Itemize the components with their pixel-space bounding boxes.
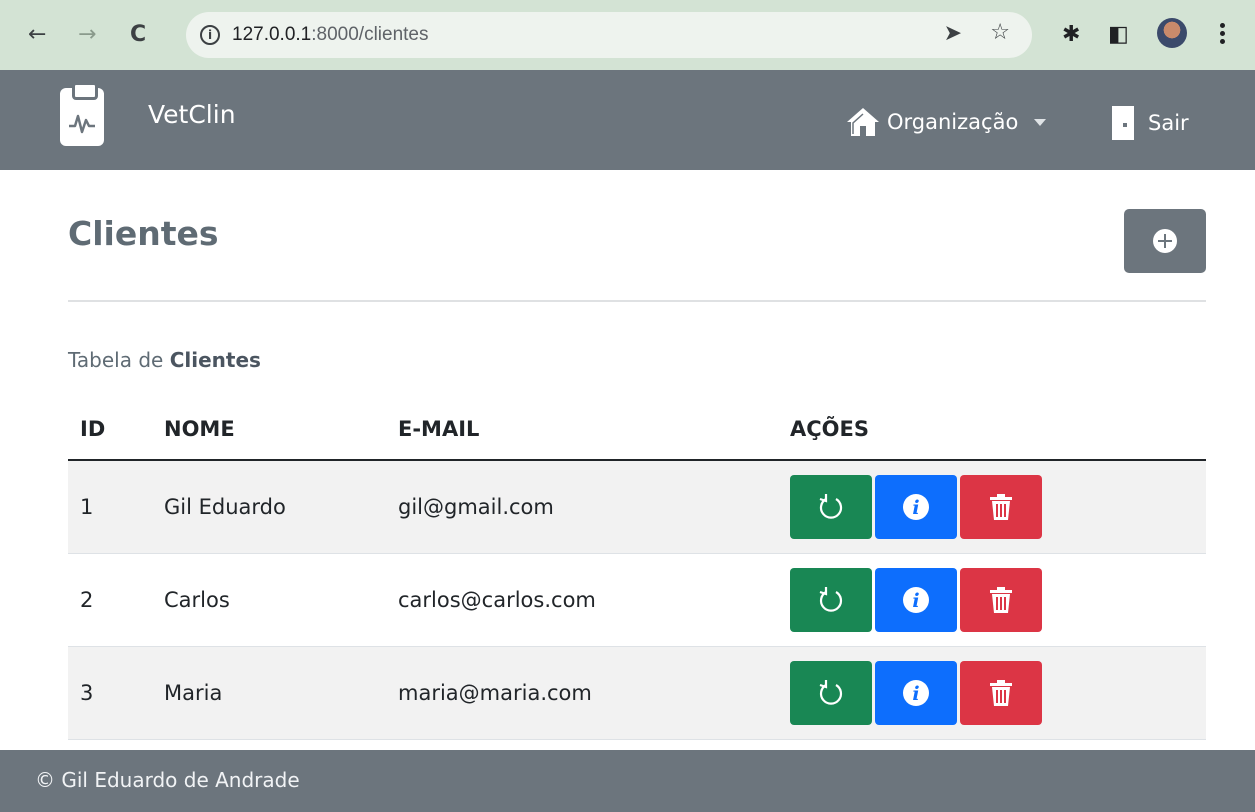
refresh-icon xyxy=(819,493,843,519)
cell-nome: Maria xyxy=(164,680,223,705)
svg-text:i: i xyxy=(912,590,919,612)
forward-arrow-icon[interactable]: → xyxy=(78,20,96,50)
refresh-button[interactable] xyxy=(790,660,872,725)
brand-name[interactable]: VetClin xyxy=(148,100,236,129)
reload-icon[interactable]: C xyxy=(130,20,146,50)
send-icon[interactable]: ➤ xyxy=(944,21,962,46)
chevron-down-icon xyxy=(1034,118,1047,126)
browser-menu-icon[interactable] xyxy=(1220,20,1226,46)
logout-label: Sair xyxy=(1148,111,1189,135)
cell-id: 3 xyxy=(80,680,94,705)
info-icon: i xyxy=(903,679,929,706)
column-header-id: ID xyxy=(68,398,152,461)
cell-nome: Gil Eduardo xyxy=(164,494,286,519)
column-header-nome: NOME xyxy=(152,398,386,461)
footer-copyright: © Gil Eduardo de Andrade xyxy=(35,768,300,792)
table-caption: Tabela de Clientes xyxy=(68,348,261,372)
side-panel-icon[interactable]: ◧ xyxy=(1108,20,1129,50)
table-row: 1 Gil Eduardo gil@gmail.com i xyxy=(68,460,1206,553)
organization-label: Organização xyxy=(887,110,1019,134)
logout-link[interactable]: Sair xyxy=(1112,106,1189,140)
divider xyxy=(68,300,1206,302)
info-icon: i xyxy=(903,493,929,520)
url-text[interactable]: 127.0.0.1:8000/clientes xyxy=(232,24,429,46)
delete-button[interactable] xyxy=(960,660,1042,725)
browser-toolbar: ← → C i 127.0.0.1:8000/clientes ➤ ☆ ✱ ◧ xyxy=(0,0,1255,70)
refresh-button[interactable] xyxy=(790,474,872,539)
cell-email: maria@maria.com xyxy=(398,680,592,705)
app-navbar: VetClin Organização Sair xyxy=(0,70,1255,170)
cell-email: gil@gmail.com xyxy=(398,494,554,519)
extensions-puzzle-icon[interactable]: ✱ xyxy=(1062,20,1080,50)
column-header-email: E-MAIL xyxy=(386,398,778,461)
info-button[interactable]: i xyxy=(875,660,957,725)
info-button[interactable]: i xyxy=(875,567,957,632)
info-button[interactable]: i xyxy=(875,474,957,539)
profile-avatar[interactable] xyxy=(1157,18,1187,48)
table-row: 2 Carlos carlos@carlos.com i xyxy=(68,553,1206,646)
trash-icon xyxy=(990,679,1012,706)
page-title: Clientes xyxy=(68,214,219,253)
add-client-button[interactable] xyxy=(1124,209,1206,273)
cell-id: 1 xyxy=(80,494,94,519)
cell-email: carlos@carlos.com xyxy=(398,587,596,612)
delete-button[interactable] xyxy=(960,567,1042,632)
cell-id: 2 xyxy=(80,587,94,612)
cell-actions: i xyxy=(778,460,1206,553)
organization-dropdown[interactable]: Organização xyxy=(845,106,1047,138)
delete-button[interactable] xyxy=(960,474,1042,539)
info-icon: i xyxy=(903,586,929,613)
back-arrow-icon[interactable]: ← xyxy=(28,20,46,50)
door-icon xyxy=(1112,106,1134,140)
plus-circle-icon xyxy=(1153,229,1177,253)
address-bar[interactable]: i 127.0.0.1:8000/clientes ➤ ☆ xyxy=(186,12,1032,58)
table-header-row: ID NOME E-MAIL AÇÕES xyxy=(68,398,1206,461)
bookmark-star-icon[interactable]: ☆ xyxy=(990,20,1010,45)
table-row: 3 Maria maria@maria.com i xyxy=(68,646,1206,739)
refresh-icon xyxy=(819,679,843,705)
cell-actions: i xyxy=(778,553,1206,646)
refresh-button[interactable] xyxy=(790,567,872,632)
house-icon xyxy=(847,108,879,136)
cell-actions: i xyxy=(778,646,1206,739)
svg-text:i: i xyxy=(912,497,919,519)
svg-text:i: i xyxy=(912,683,919,705)
clipboard-pulse-icon[interactable] xyxy=(60,82,104,146)
trash-icon xyxy=(990,586,1012,613)
trash-icon xyxy=(990,493,1012,520)
site-info-icon[interactable]: i xyxy=(200,25,220,45)
column-header-acoes: AÇÕES xyxy=(778,398,1206,461)
page-footer: © Gil Eduardo de Andrade xyxy=(0,750,1255,812)
cell-nome: Carlos xyxy=(164,587,230,612)
refresh-icon xyxy=(819,586,843,612)
clients-table: ID NOME E-MAIL AÇÕES 1 Gil Eduardo gil@g… xyxy=(68,398,1206,740)
